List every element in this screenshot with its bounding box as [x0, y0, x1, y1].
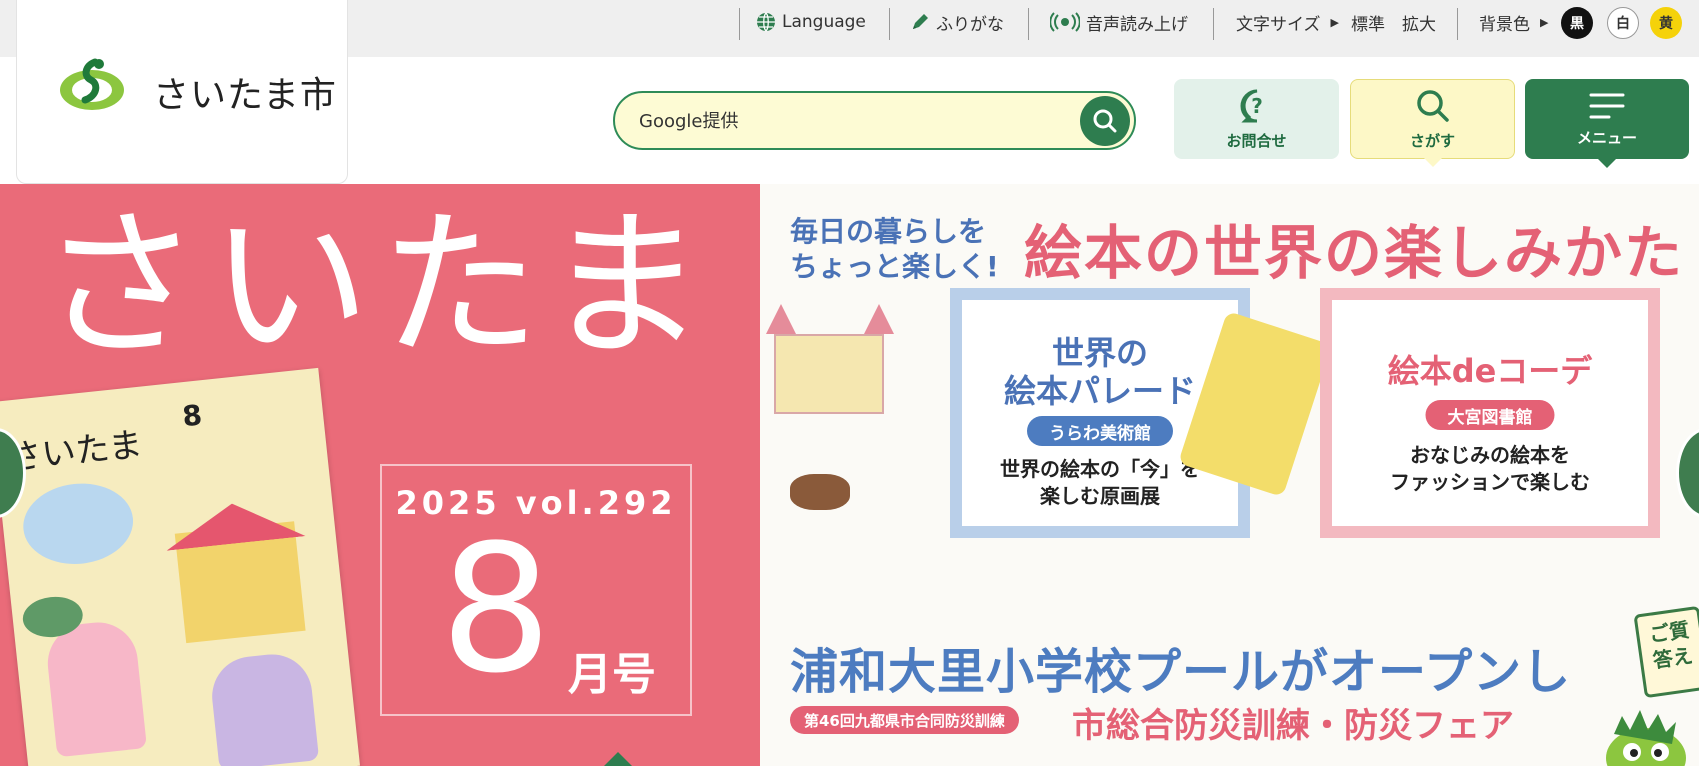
search-menu-label: さがす [1409, 131, 1455, 150]
hamburger-icon [1589, 93, 1625, 118]
qa-sign-line2: 答え [1651, 643, 1695, 673]
background-white-label: 白 [1616, 16, 1630, 32]
panel2-description: おなじみの絵本を ファッションで楽しむ [1332, 442, 1648, 496]
dropdown-pointer [1598, 159, 1616, 168]
magazine-big-title: さいたま [40, 192, 716, 379]
castle-roof-illustration [766, 304, 796, 334]
background-color-group: 背景色 ▶ [1479, 0, 1548, 44]
search-submit-button[interactable] [1080, 96, 1130, 146]
background-black-label: 黒 [1570, 16, 1584, 32]
triangle-right-icon: ▶ [1540, 15, 1549, 29]
background-color-label: 背景色 [1479, 14, 1530, 35]
logo-text: さいたま市 [153, 75, 337, 116]
read-aloud-label: 音声読み上げ [1086, 14, 1188, 35]
mascot-character-icon[interactable] [1596, 700, 1692, 766]
news-headline-pool: 浦和大里小学校プールがオープンし [790, 644, 1572, 700]
panel2-desc-line2: ファッションで楽しむ [1390, 470, 1590, 494]
panel2-venue: 大宮図書館 [1447, 407, 1533, 428]
search-box [613, 91, 1136, 150]
furigana-button[interactable]: ふりがな [910, 0, 1004, 44]
feature-panel-coordinate[interactable]: 絵本deコーデ 大宮図書館 おなじみの絵本を ファッションで楽しむ [1320, 288, 1660, 538]
furigana-label: ふりがな [936, 14, 1004, 35]
qa-sign-badge[interactable]: ご質 答え [1633, 605, 1699, 699]
language-label: Language [782, 12, 866, 32]
search-menu-button[interactable]: さがす [1350, 79, 1515, 167]
panel2-venue-pill: 大宮図書館 [1425, 400, 1555, 430]
hero-carousel[interactable]: さいたま さいたま 8 2025 vol.292 8 月号 毎日の暮らしを ちょ… [0, 184, 1699, 766]
event-label: 第46回九都県市合同防災訓練 [804, 711, 1005, 730]
site-logo[interactable]: さいたま市 [16, 0, 348, 184]
font-size-group: 文字サイズ ▶ [1236, 0, 1339, 44]
speaker-icon [1050, 12, 1080, 32]
background-white-button[interactable]: 白 [1607, 7, 1639, 39]
city-emblem-icon [60, 58, 124, 110]
menu-button[interactable]: メニュー [1525, 79, 1689, 168]
feature-tagline-line1: 毎日の暮らしを [790, 215, 987, 248]
background-yellow-button[interactable]: 黄 [1650, 7, 1682, 39]
issue-month-unit: 月号 [568, 649, 656, 700]
background-black-button[interactable]: 黒 [1561, 7, 1593, 39]
search-input[interactable] [639, 101, 1059, 141]
divider [1028, 8, 1029, 40]
castle-illustration [774, 334, 884, 414]
divider [739, 8, 740, 40]
contact-button[interactable]: ? お問合せ [1174, 79, 1339, 159]
panel1-venue: うらわ美術館 [1049, 423, 1151, 444]
divider [889, 8, 890, 40]
font-size-standard-label: 標準 [1351, 14, 1385, 35]
font-size-standard-button[interactable]: 標準 [1351, 0, 1385, 44]
font-size-large-label: 拡大 [1402, 14, 1436, 35]
panel1-desc-line2: 楽しむ原画展 [1040, 484, 1160, 508]
slide-indicator-marker [604, 752, 632, 766]
panel2-title: 絵本deコーデ [1387, 352, 1593, 390]
hero-slide-magazine[interactable]: さいたま さいたま 8 2025 vol.292 8 月号 [0, 184, 760, 766]
castle-roof-illustration [864, 304, 894, 334]
dropdown-pointer [1423, 158, 1442, 167]
triangle-right-icon: ▶ [1330, 15, 1339, 29]
feature-tagline-line2: ちょっと楽しく! [790, 250, 999, 283]
divider [1213, 8, 1214, 40]
issue-info-box: 2025 vol.292 8 月号 [380, 464, 692, 716]
event-label-pill: 第46回九都県市合同防災訓練 [790, 706, 1019, 734]
read-aloud-button[interactable]: 音声読み上げ [1050, 0, 1188, 44]
font-size-large-button[interactable]: 拡大 [1402, 0, 1436, 44]
event-title: 市総合防災訓練・防災フェア [1072, 706, 1514, 746]
font-size-label: 文字サイズ [1236, 14, 1321, 35]
issue-month-number: 8 [440, 507, 552, 712]
question-bubble-icon: ? [1240, 89, 1263, 122]
svg-text:?: ? [1251, 94, 1263, 118]
horse-illustration [790, 474, 850, 510]
contact-label: お問合せ [1226, 131, 1287, 150]
language-button[interactable]: Language [756, 0, 866, 44]
pencil-icon [913, 14, 928, 29]
panel1-venue-pill: うらわ美術館 [1027, 416, 1173, 446]
hero-slide-feature[interactable]: 毎日の暮らしを ちょっと楽しく! 絵本の世界の楽しみかた 世界の 絵本パレード … [760, 184, 1699, 766]
magazine-cover-image: さいたま 8 [0, 367, 361, 766]
panel2-desc-line1: おなじみの絵本を [1410, 443, 1570, 467]
search-icon [1093, 109, 1117, 133]
divider [1457, 8, 1458, 40]
search-icon [1416, 89, 1449, 122]
globe-icon [757, 12, 775, 32]
magazine-cover-month: 8 [180, 398, 204, 434]
feature-title: 絵本の世界の楽しみかた [1024, 219, 1685, 287]
feature-tagline: 毎日の暮らしを ちょっと楽しく! [790, 214, 999, 284]
menu-label: メニュー [1576, 128, 1637, 147]
background-yellow-label: 黄 [1659, 16, 1673, 32]
